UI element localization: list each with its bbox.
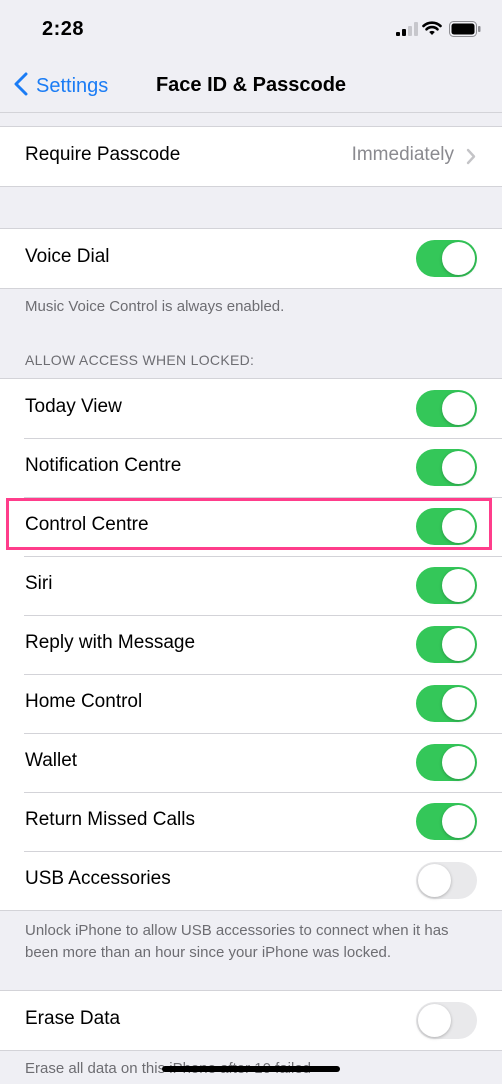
home-control-toggle[interactable] xyxy=(416,685,477,722)
notification-centre-row: Notification Centre xyxy=(0,438,502,497)
voice-dial-toggle[interactable] xyxy=(416,240,477,277)
voice-dial-group: Voice Dial xyxy=(0,228,502,289)
home-control-row: Home Control xyxy=(0,674,502,733)
siri-label: Siri xyxy=(25,573,53,594)
home-indicator xyxy=(162,1066,340,1072)
require-passcode-row[interactable]: Require Passcode Immediately xyxy=(0,127,502,186)
usb-accessories-toggle[interactable] xyxy=(416,862,477,899)
chevron-right-icon xyxy=(466,148,476,170)
usb-accessories-label: USB Accessories xyxy=(25,868,171,889)
battery-icon xyxy=(449,21,481,42)
wallet-label: Wallet xyxy=(25,750,78,771)
status-bar: 2:28 xyxy=(0,0,502,60)
erase-data-toggle[interactable] xyxy=(416,1002,477,1039)
erase-data-row: Erase Data xyxy=(0,991,502,1050)
voice-dial-note: Music Voice Control is always enabled. xyxy=(25,298,285,315)
return-missed-calls-label: Return Missed Calls xyxy=(25,809,195,830)
siri-toggle[interactable] xyxy=(416,567,477,604)
today-view-row: Today View xyxy=(0,379,502,438)
signal-icon xyxy=(396,22,418,41)
erase-data-group: Erase Data xyxy=(0,990,502,1051)
allow-access-group: Today View Notification Centre Control C… xyxy=(0,378,502,911)
allow-access-header: ALLOW ACCESS WHEN LOCKED: xyxy=(25,352,255,368)
require-passcode-value: Immediately xyxy=(351,144,454,165)
wallet-row: Wallet xyxy=(0,733,502,792)
siri-row: Siri xyxy=(0,556,502,615)
notification-centre-label: Notification Centre xyxy=(25,455,182,476)
voice-dial-label: Voice Dial xyxy=(25,246,110,267)
control-centre-highlight xyxy=(6,498,492,550)
wifi-icon xyxy=(422,20,442,41)
usb-accessories-note: Unlock iPhone to allow USB accessories t… xyxy=(25,922,449,961)
today-view-label: Today View xyxy=(25,396,122,417)
require-passcode-group: Require Passcode Immediately xyxy=(0,126,502,187)
erase-data-label: Erase Data xyxy=(25,1008,121,1029)
usb-accessories-row: USB Accessories xyxy=(0,851,502,910)
reply-with-message-label: Reply with Message xyxy=(25,632,196,653)
page-title: Face ID & Passcode xyxy=(155,74,347,96)
home-control-label: Home Control xyxy=(25,691,143,712)
voice-dial-row: Voice Dial xyxy=(0,229,502,288)
reply-with-message-toggle[interactable] xyxy=(416,626,477,663)
status-time: 2:28 xyxy=(42,18,85,40)
return-missed-calls-row: Return Missed Calls xyxy=(0,792,502,851)
wallet-toggle[interactable] xyxy=(416,744,477,781)
reply-with-message-row: Reply with Message xyxy=(0,615,502,674)
notification-centre-toggle[interactable] xyxy=(416,449,477,486)
require-passcode-label: Require Passcode xyxy=(25,144,181,165)
today-view-toggle[interactable] xyxy=(416,390,477,427)
return-missed-calls-toggle[interactable] xyxy=(416,803,477,840)
navigation-bar: Settings Face ID & Passcode xyxy=(0,60,502,113)
